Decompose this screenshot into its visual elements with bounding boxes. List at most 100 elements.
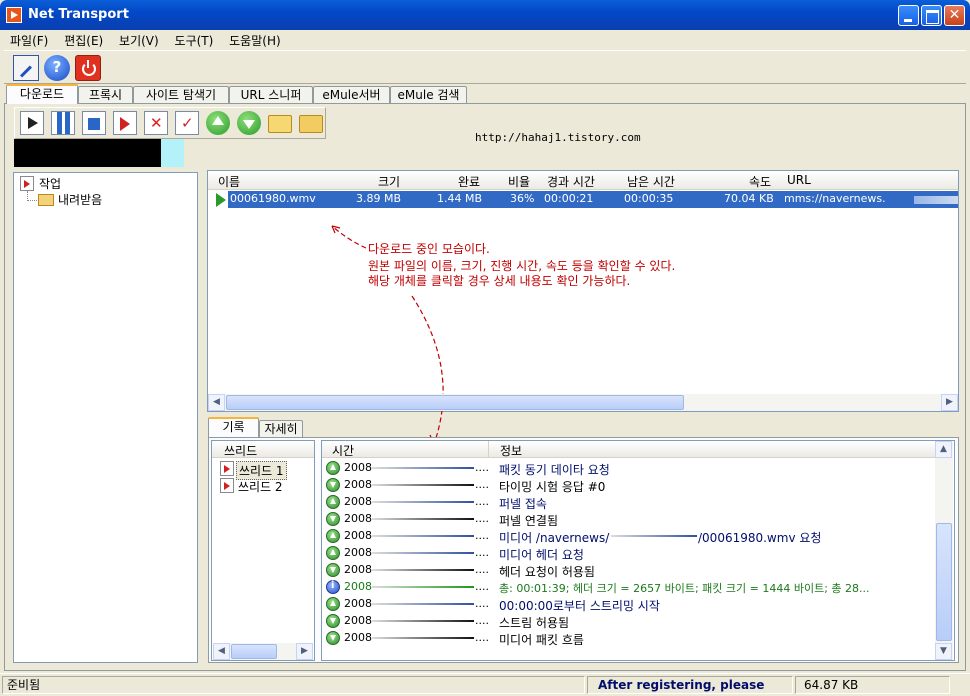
cell-name: 00061980.wmv [230, 192, 316, 205]
scroll-right-icon[interactable]: ▶ [941, 394, 958, 411]
column-thread[interactable]: 쓰리드 [224, 442, 257, 459]
status-text: 준비됨 [2, 676, 585, 694]
log-row[interactable]: 2008- .... 00:00:00로부터 스트리밍 시작 [322, 596, 934, 613]
menu-view[interactable]: 보기(V) [113, 30, 165, 51]
log-row[interactable]: 2008- .... 미디어 헤더 요청 [322, 545, 934, 562]
redacted-time [372, 620, 474, 622]
close-button[interactable]: ✕ [944, 5, 965, 26]
tab-proxy[interactable]: 프록시 [78, 86, 133, 104]
tab-log[interactable]: 기록 [208, 417, 259, 437]
tab-emule-search[interactable]: eMule 검색 [390, 86, 467, 104]
move-up-icon[interactable] [206, 111, 230, 135]
column-done[interactable]: 완료 [458, 173, 480, 190]
cell-speed: 70.04 KB [724, 192, 774, 205]
log-info: 미디어 /navernews/ [499, 531, 610, 545]
scroll-thumb[interactable] [231, 644, 277, 659]
registration-notice[interactable]: After registering, please [587, 676, 793, 694]
log-info: 총: 00:01:39; 헤더 크기 = 2657 바이트; 패킷 크기 = 1… [499, 582, 870, 595]
log-row[interactable]: 2008- .... 퍼넬 연결됨 [322, 511, 934, 528]
cell-elapsed: 00:00:21 [544, 192, 594, 205]
help-icon[interactable]: ? [44, 55, 70, 81]
power-icon[interactable] [75, 55, 101, 81]
log-ellipsis: .... [475, 529, 489, 542]
inbox-icon [38, 194, 54, 206]
log-row[interactable]: 2008- .... 미디어 패킷 흐름 [322, 630, 934, 647]
column-elapsed[interactable]: 경과 시간 [547, 173, 595, 190]
tree-item-label: 작업 [39, 177, 62, 191]
stop-icon[interactable] [82, 111, 106, 135]
main-toolbar: ? [4, 50, 966, 84]
incoming-icon [326, 614, 340, 628]
column-divider [488, 441, 489, 457]
incoming-icon [326, 563, 340, 577]
scroll-right-icon[interactable]: ▶ [296, 643, 313, 660]
start-icon[interactable] [20, 111, 44, 135]
scroll-thumb[interactable] [936, 523, 952, 641]
column-info[interactable]: 정보 [500, 442, 522, 459]
menu-tools[interactable]: 도구(T) [169, 30, 220, 51]
title-bar[interactable]: Net Transport ✕ [0, 0, 970, 30]
log-row[interactable]: 2008- .... 패킷 동기 데이타 요청 [322, 460, 934, 477]
open-folder-icon[interactable] [268, 115, 292, 133]
app-icon [6, 7, 22, 23]
cell-url: mms://navernews. [784, 192, 886, 205]
delete-icon[interactable] [144, 111, 168, 135]
scroll-left-icon[interactable]: ◀ [213, 643, 230, 660]
log-ellipsis: .... [475, 563, 489, 576]
maximize-button[interactable] [921, 5, 942, 26]
column-name[interactable]: 이름 [218, 173, 240, 190]
cell-remaining: 00:00:35 [624, 192, 674, 205]
thread-label: 쓰리드 2 [238, 480, 283, 494]
minimize-button[interactable] [898, 5, 919, 26]
check-icon[interactable] [175, 111, 199, 135]
column-size[interactable]: 크기 [378, 173, 400, 190]
pause-icon[interactable] [51, 111, 75, 135]
list-horizontal-scrollbar[interactable]: ◀ ▶ [208, 394, 958, 411]
tab-details[interactable]: 자세히 [259, 420, 303, 438]
log-row[interactable]: 2008- .... 스트림 허용됨 [322, 613, 934, 630]
edit-icon[interactable] [13, 55, 39, 81]
log-vertical-scrollbar[interactable]: ▲ ▼ [935, 441, 953, 660]
tab-url-sniffer[interactable]: URL 스니퍼 [229, 86, 313, 104]
table-row[interactable]: 00061980.wmv 3.89 MB 1.44 MB 36% 00:00:2… [228, 191, 958, 208]
scroll-left-icon[interactable]: ◀ [208, 394, 225, 411]
list-item[interactable]: 쓰리드 1 [220, 461, 312, 480]
folder-icon[interactable] [299, 115, 323, 133]
column-url[interactable]: URL [787, 173, 811, 187]
total-speed: 64.87 KB [795, 676, 950, 694]
move-icon[interactable] [113, 111, 137, 135]
cell-size: 3.89 MB [356, 192, 402, 205]
column-time[interactable]: 시간 [332, 442, 354, 459]
scroll-down-icon[interactable]: ▼ [935, 643, 952, 660]
log-row[interactable]: 2008- .... 헤더 요청이 허용됨 [322, 562, 934, 579]
tab-site-explorer[interactable]: 사이트 탐색기 [133, 86, 229, 104]
log-row[interactable]: 2008- .... 퍼넬 접속 [322, 494, 934, 511]
annotation-line-1: 다운로드 중인 모습이다. [368, 242, 490, 256]
log-ellipsis: .... [475, 614, 489, 627]
tree-connector [27, 191, 37, 201]
log-row[interactable]: 2008- .... 총: 00:01:39; 헤더 크기 = 2657 바이트… [322, 579, 934, 596]
log-info: 타이밍 시험 응답 #0 [499, 480, 606, 494]
scroll-up-icon[interactable]: ▲ [935, 441, 952, 458]
scroll-thumb[interactable] [226, 395, 684, 410]
menu-edit[interactable]: 편집(E) [58, 30, 109, 51]
menu-bar: 파일(F) 편집(E) 보기(V) 도구(T) 도움말(H) [4, 30, 966, 50]
tab-emule-server[interactable]: eMule서버 [313, 86, 390, 104]
log-row[interactable]: 2008- .... 타이밍 시험 응답 #0 [322, 477, 934, 494]
close-icon: ✕ [948, 7, 961, 23]
status-bar: 준비됨 After registering, please 64.87 KB [0, 673, 970, 696]
tab-download[interactable]: 다운로드 [6, 84, 78, 104]
menu-help[interactable]: 도움말(H) [223, 30, 287, 51]
column-ratio[interactable]: 비율 [508, 173, 530, 190]
list-item[interactable]: 쓰리드 2 [220, 478, 312, 494]
column-speed[interactable]: 속도 [749, 173, 771, 190]
log-info: 퍼넬 접속 [499, 497, 547, 511]
redacted-time [372, 603, 474, 605]
move-down-icon[interactable] [237, 111, 261, 135]
log-row[interactable]: 2008- .... 미디어 /navernews/ /00061980.wmv… [322, 528, 934, 545]
thread-horizontal-scrollbar[interactable]: ◀ ▶ [213, 643, 313, 660]
log-ellipsis: .... [475, 546, 489, 559]
log-info: 스트림 허용됨 [499, 616, 570, 630]
column-remaining[interactable]: 남은 시간 [627, 173, 675, 190]
menu-file[interactable]: 파일(F) [4, 30, 54, 51]
